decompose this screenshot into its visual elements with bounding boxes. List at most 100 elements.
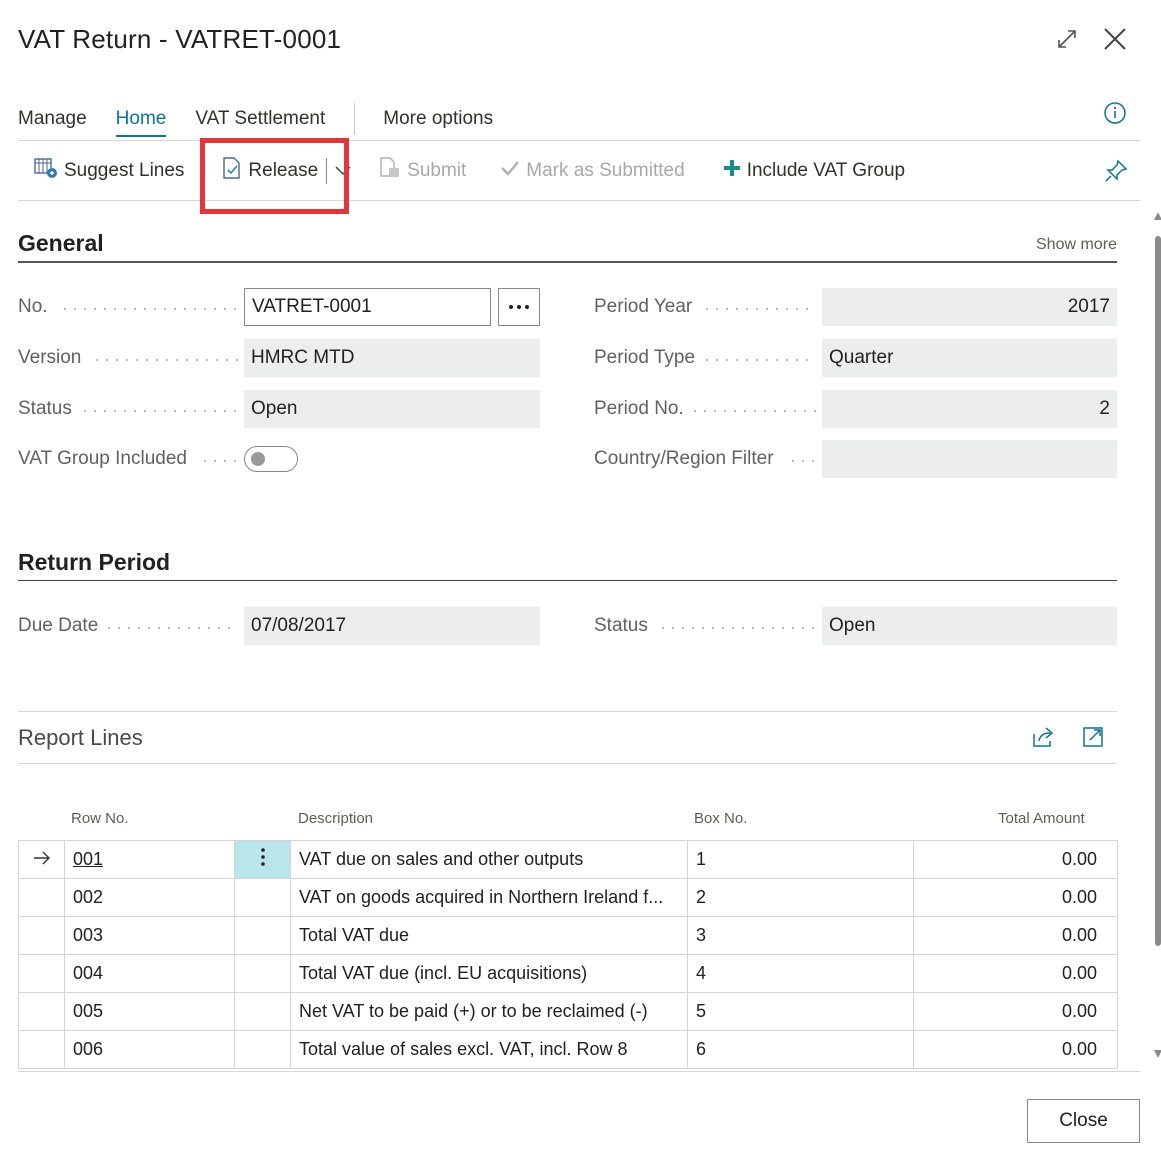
row-no-cell[interactable]: 005 — [64, 992, 235, 1031]
no-field[interactable]: VATRET-0001 — [244, 288, 491, 326]
suggest-lines-label: Suggest Lines — [64, 160, 185, 181]
mark-as-submitted-label: Mark as Submitted — [526, 160, 685, 181]
version-label: Version — [18, 347, 82, 368]
description-cell[interactable]: Total VAT due (incl. EU acquisitions) — [290, 954, 688, 993]
action-divider-line — [18, 200, 1140, 201]
share-icon[interactable] — [1031, 725, 1057, 749]
table-row[interactable]: 004 Total VAT due (incl. EU acquisitions… — [18, 954, 1118, 993]
column-header-row-no[interactable]: Row No. — [71, 810, 129, 827]
country-region-filter-label: Country/Region Filter — [594, 448, 774, 469]
due-date-field: 07/08/2017 — [244, 607, 540, 645]
total-amount-cell[interactable]: 0.00 — [913, 878, 1118, 917]
report-lines-top-rule — [18, 711, 1117, 712]
row-actions-cell[interactable] — [234, 992, 291, 1031]
row-indicator-cell — [18, 1030, 65, 1069]
report-lines-table: 001 VAT due on sales and other outputs 1… — [18, 840, 1118, 1069]
column-header-description[interactable]: Description — [298, 810, 373, 827]
close-button[interactable]: Close — [1027, 1099, 1140, 1143]
row-indicator-cell — [18, 992, 65, 1031]
table-row[interactable]: 001 VAT due on sales and other outputs 1… — [18, 840, 1118, 879]
row-indicator-cell — [18, 916, 65, 955]
more-actions-icon[interactable] — [260, 847, 266, 867]
return-period-section-title: Return Period — [18, 549, 171, 575]
description-cell[interactable]: Total value of sales excl. VAT, incl. Ro… — [290, 1030, 688, 1069]
expand-icon[interactable] — [1052, 24, 1082, 54]
row-actions-cell[interactable] — [234, 840, 291, 879]
suggest-lines-icon — [34, 157, 64, 185]
total-amount-cell[interactable]: 0.00 — [913, 840, 1118, 879]
row-actions-cell[interactable] — [234, 916, 291, 955]
row-no-link[interactable]: 001 — [73, 849, 103, 869]
table-row[interactable]: 005 Net VAT to be paid (+) or to be recl… — [18, 992, 1118, 1031]
description-cell[interactable]: VAT on goods acquired in Northern Irelan… — [290, 878, 688, 917]
general-section-rule — [18, 261, 1117, 263]
period-no-leader-dots — [690, 410, 816, 412]
description-cell[interactable]: VAT due on sales and other outputs — [290, 840, 688, 879]
box-no-cell[interactable]: 2 — [687, 878, 914, 917]
period-year-leader-dots — [702, 308, 816, 310]
row-indicator-cell — [18, 840, 65, 879]
version-leader-dots — [92, 359, 238, 361]
close-icon[interactable] — [1100, 24, 1130, 54]
release-highlight-box — [200, 138, 349, 214]
row-no-cell[interactable]: 003 — [64, 916, 235, 955]
menu-divider-line — [18, 140, 1140, 141]
page-title: VAT Return - VATRET-0001 — [18, 24, 342, 54]
box-no-cell[interactable]: 4 — [687, 954, 914, 993]
status-leader-dots — [80, 410, 238, 412]
row-no-cell[interactable]: 004 — [64, 954, 235, 993]
row-actions-cell[interactable] — [234, 878, 291, 917]
status-label: Status — [18, 398, 72, 419]
box-no-cell[interactable]: 6 — [687, 1030, 914, 1069]
scroll-up-arrow-icon[interactable] — [1154, 212, 1161, 220]
vat-group-leader-dots — [200, 460, 238, 462]
menu-divider — [354, 103, 356, 135]
tab-manage[interactable]: Manage — [18, 104, 87, 134]
include-vat-group-label: Include VAT Group — [746, 160, 906, 181]
info-icon[interactable] — [1103, 101, 1127, 125]
show-more-link[interactable]: Show more — [1036, 236, 1117, 254]
description-cell[interactable]: Total VAT due — [290, 916, 688, 955]
suggest-lines-button[interactable]: Suggest Lines — [34, 157, 184, 185]
due-date-leader-dots — [104, 627, 238, 629]
toggle-knob — [251, 452, 265, 466]
box-no-cell[interactable]: 3 — [687, 916, 914, 955]
pin-icon[interactable] — [1103, 158, 1129, 184]
include-vat-group-button[interactable]: Include VAT Group — [723, 159, 905, 183]
scroll-down-arrow-icon[interactable] — [1154, 1050, 1161, 1058]
row-actions-cell[interactable] — [234, 954, 291, 993]
period-year-field: 2017 — [822, 288, 1117, 326]
box-no-cell[interactable]: 1 — [687, 840, 914, 879]
vat-group-included-toggle[interactable] — [244, 446, 298, 472]
row-actions-cell[interactable] — [234, 1030, 291, 1069]
open-in-new-window-icon[interactable] — [1081, 725, 1107, 749]
total-amount-cell[interactable]: 0.00 — [913, 916, 1118, 955]
row-no-cell[interactable]: 006 — [64, 1030, 235, 1069]
return-period-section-rule — [18, 580, 1117, 581]
plus-icon — [723, 159, 747, 183]
row-no-cell[interactable]: 002 — [64, 878, 235, 917]
description-cell[interactable]: Net VAT to be paid (+) or to be reclaime… — [290, 992, 688, 1031]
period-type-label: Period Type — [594, 347, 696, 368]
no-lookup-button[interactable] — [498, 288, 540, 326]
scrollbar-thumb[interactable] — [1155, 236, 1161, 946]
row-no-cell[interactable]: 001 — [64, 840, 235, 879]
mark-as-submitted-button[interactable]: Mark as Submitted — [500, 159, 685, 183]
table-row[interactable]: 006 Total value of sales excl. VAT, incl… — [18, 1030, 1118, 1069]
period-no-field: 2 — [822, 390, 1117, 428]
table-row[interactable]: 003 Total VAT due 3 0.00 — [18, 916, 1118, 955]
more-options-button[interactable]: More options — [383, 104, 493, 134]
total-amount-cell[interactable]: 0.00 — [913, 954, 1118, 993]
submit-button[interactable]: Submit — [379, 157, 466, 185]
column-header-total-amount[interactable]: Total Amount — [998, 810, 1085, 827]
tab-vat-settlement[interactable]: VAT Settlement — [195, 104, 325, 134]
no-leader-dots — [60, 308, 238, 310]
total-amount-cell[interactable]: 0.00 — [913, 1030, 1118, 1069]
box-no-cell[interactable]: 5 — [687, 992, 914, 1031]
arrow-right-icon — [33, 851, 50, 865]
total-amount-cell[interactable]: 0.00 — [913, 992, 1118, 1031]
table-row[interactable]: 002 VAT on goods acquired in Northern Ir… — [18, 878, 1118, 917]
menu-bar: Manage Home VAT Settlement More options — [18, 98, 1131, 140]
column-header-box-no[interactable]: Box No. — [694, 810, 747, 827]
tab-home[interactable]: Home — [115, 104, 166, 137]
